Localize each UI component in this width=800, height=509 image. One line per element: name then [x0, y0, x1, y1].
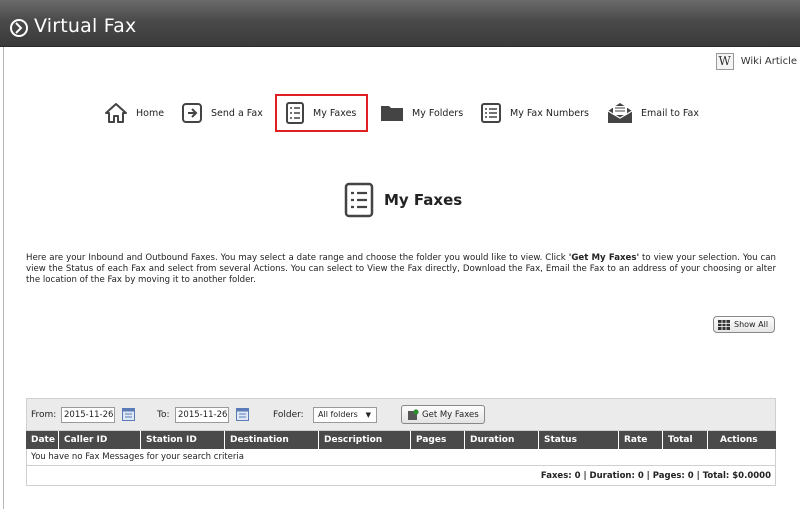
nav-send-fax[interactable]: Send a Fax: [181, 96, 263, 130]
nav-my-folders[interactable]: My Folders: [380, 96, 463, 130]
col-description[interactable]: Description: [318, 431, 410, 449]
col-actions: Actions: [707, 431, 776, 449]
col-status[interactable]: Status: [538, 431, 618, 449]
nav-my-faxes[interactable]: My Faxes: [274, 94, 369, 132]
nav-email-to-fax-label: Email to Fax: [641, 107, 699, 119]
get-my-faxes-label: Get My Faxes: [422, 409, 479, 420]
col-pages[interactable]: Pages: [410, 431, 464, 449]
folder-select-value: All folders: [318, 410, 358, 419]
caret-down-icon: ▼: [365, 411, 371, 419]
col-duration[interactable]: Duration: [464, 431, 538, 449]
nav-my-folders-label: My Folders: [412, 107, 464, 119]
app-title: Virtual Fax: [34, 15, 137, 37]
nav-my-fax-numbers-label: My Fax Numbers: [510, 107, 590, 119]
main-nav: Home Send a Fax My Faxes My Folders My F…: [0, 94, 800, 132]
fax-refresh-icon: [408, 409, 419, 420]
nav-my-faxes-label: My Faxes: [313, 107, 357, 119]
nav-home-label: Home: [136, 107, 165, 119]
grid-icon: [718, 319, 730, 330]
show-all-button[interactable]: Show All: [713, 316, 775, 333]
to-date-input[interactable]: 2015-11-26: [175, 407, 229, 423]
folder-label: Folder:: [273, 410, 304, 420]
page-title-text: My Faxes: [384, 191, 463, 209]
wikipedia-icon: W: [715, 53, 734, 70]
col-destination[interactable]: Destination: [224, 431, 318, 449]
totals-row: Faxes: 0 | Duration: 0 | Pages: 0 | Tota…: [26, 466, 776, 486]
get-my-faxes-button[interactable]: Get My Faxes: [401, 405, 485, 424]
from-date-input[interactable]: 2015-11-26: [61, 407, 115, 423]
empty-message-row: You have no Fax Messages for your search…: [26, 449, 776, 466]
page-title: My Faxes: [344, 182, 462, 218]
list-icon: [286, 102, 304, 124]
table-header: Date Caller ID Station ID Destination De…: [26, 431, 776, 449]
home-icon: [105, 103, 127, 123]
nav-send-fax-label: Send a Fax: [211, 107, 263, 119]
page-description: Here are your Inbound and Outbound Faxes…: [26, 253, 776, 285]
col-rate[interactable]: Rate: [618, 431, 662, 449]
wiki-link[interactable]: W Wiki Article: [715, 53, 797, 70]
folder-select[interactable]: All folders ▼: [313, 407, 377, 423]
list-icon: [344, 182, 374, 218]
nav-email-to-fax[interactable]: Email to Fax: [607, 96, 699, 130]
app-header: Virtual Fax: [0, 0, 800, 47]
from-label: From:: [31, 410, 57, 420]
col-station-id[interactable]: Station ID: [140, 431, 224, 449]
to-label: To:: [157, 410, 170, 420]
show-all-label: Show All: [734, 320, 769, 329]
folder-icon: [381, 106, 403, 121]
envelope-icon: [607, 103, 633, 123]
col-caller-id[interactable]: Caller ID: [58, 431, 140, 449]
fax-table: Date Caller ID Station ID Destination De…: [26, 431, 776, 486]
col-date[interactable]: Date: [26, 431, 58, 449]
calendar-icon[interactable]: [236, 408, 249, 421]
list-icon: [481, 103, 501, 123]
nav-my-fax-numbers[interactable]: My Fax Numbers: [480, 96, 589, 130]
wiki-label: Wiki Article: [740, 56, 797, 67]
calendar-icon[interactable]: [122, 408, 135, 421]
nav-home[interactable]: Home: [104, 96, 164, 130]
desc-bold: 'Get My Faxes': [568, 253, 640, 263]
arrow-circle-icon: [10, 19, 28, 37]
desc-text-1: Here are your Inbound and Outbound Faxes…: [26, 253, 569, 263]
col-total[interactable]: Total: [662, 431, 707, 449]
filter-bar: From: 2015-11-26 To: 2015-11-26 Folder: …: [26, 398, 776, 431]
send-icon: [182, 103, 202, 123]
